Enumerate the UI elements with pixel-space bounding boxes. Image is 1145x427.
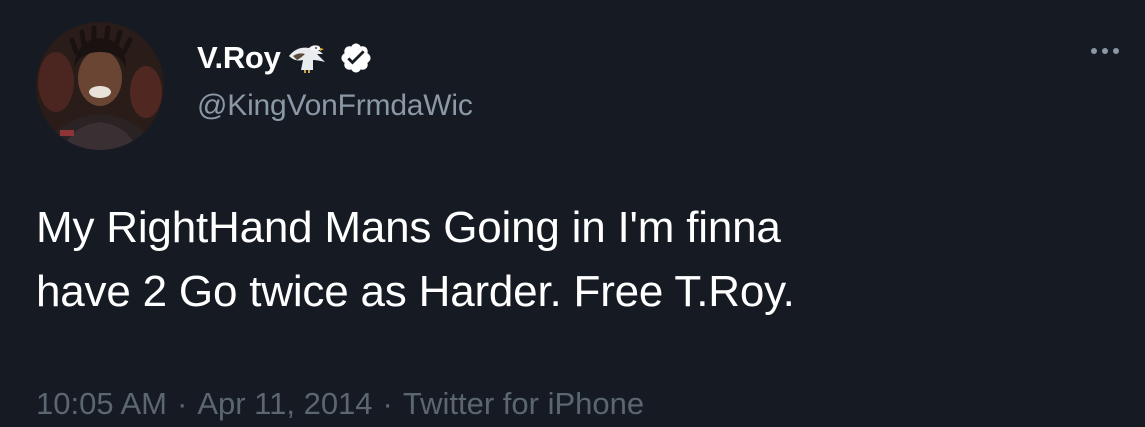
avatar-image [36, 22, 164, 150]
author-handle[interactable]: @KingVonFrmdaWic [197, 86, 473, 126]
tweet-date[interactable]: Apr 11, 2014 [197, 386, 372, 421]
tweet-meta: 10:05 AM · Apr 11, 2014 · Twitter for iPhone [36, 382, 644, 426]
author-name-row: V.Roy [197, 36, 373, 80]
tweet-source[interactable]: Twitter for iPhone [403, 386, 644, 421]
meta-separator: · [176, 386, 188, 421]
more-options-icon-dot [1102, 48, 1108, 54]
tweet-card: V.Roy @KingVonFrmdaWic My RightHand Mans… [0, 0, 1145, 427]
verified-badge-icon [339, 41, 373, 75]
meta-separator: · [382, 386, 393, 421]
more-options-button[interactable] [1082, 36, 1128, 66]
more-options-icon [1091, 48, 1097, 54]
eagle-icon [287, 42, 327, 74]
avatar[interactable] [36, 22, 164, 150]
tweet-text: My RightHand Mans Going in I'm finna hav… [36, 203, 795, 316]
display-name[interactable]: V.Roy [197, 36, 281, 80]
tweet-time[interactable]: 10:05 AM [36, 386, 167, 421]
more-options-icon-dot [1113, 48, 1119, 54]
